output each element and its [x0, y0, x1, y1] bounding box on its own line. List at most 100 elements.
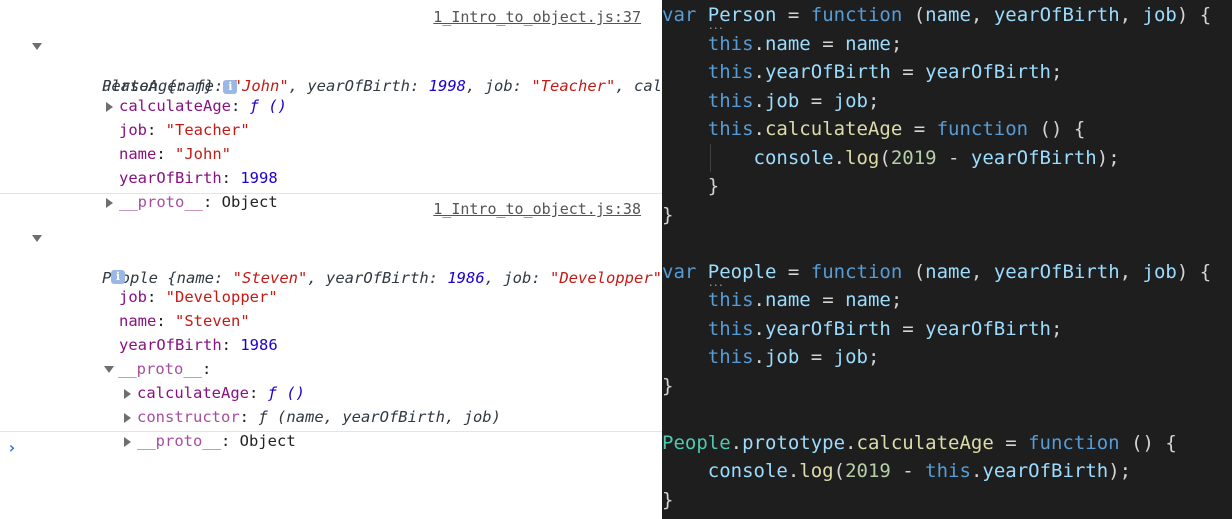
summary-job-value: "Teacher"	[531, 77, 616, 95]
expand-arrow-icon[interactable]	[32, 43, 42, 50]
code-line[interactable]: }	[662, 372, 673, 400]
prop-sep: :	[221, 432, 240, 450]
token: log	[845, 147, 880, 169]
proto-row[interactable]: __proto__:	[48, 333, 211, 378]
token: this	[707, 33, 754, 55]
summary-job-key: job	[484, 77, 513, 95]
token: name	[925, 4, 971, 26]
token: this	[707, 318, 754, 340]
code-line[interactable]: }	[662, 172, 719, 200]
prop-row[interactable]: calculateAge: ƒ ()	[68, 357, 305, 402]
code-line[interactable]: var Person = function (name, yearOfBirth…	[662, 1, 1211, 29]
token: function	[1028, 432, 1120, 454]
token: name	[764, 289, 811, 311]
token: 2019	[890, 147, 937, 169]
prop-row[interactable]: constructor: ƒ (name, yearOfBirth, job)	[68, 381, 501, 426]
token: Person	[708, 4, 777, 26]
token: yearOfBirth	[925, 318, 1051, 340]
token: this	[707, 61, 754, 83]
prop-sep: :	[221, 336, 241, 354]
prop-row[interactable]: __proto__: Object	[50, 166, 278, 211]
prop-row[interactable]: __proto__: Object	[68, 405, 296, 450]
token: People	[708, 261, 777, 283]
prop-row: job: "Teacher"	[63, 94, 250, 139]
token: yearOfBirth	[764, 318, 891, 340]
token: yearOfBirth	[993, 4, 1120, 26]
summary-yob-key: yearOfBirth	[326, 269, 429, 287]
summary-yob-value: 1986	[447, 269, 485, 287]
code-line[interactable]: this.yearOfBirth = yearOfBirth;	[662, 315, 1063, 343]
code-line[interactable]: }	[662, 486, 673, 514]
prop-value: ƒ ()	[249, 97, 287, 115]
token: name	[845, 33, 891, 55]
code-line[interactable]: var People = function (name, yearOfBirth…	[662, 258, 1211, 286]
token: var	[662, 261, 697, 283]
token: yearOfBirth	[982, 460, 1109, 482]
token: this	[707, 90, 754, 112]
token: name	[925, 261, 971, 283]
token: yearOfBirth	[970, 147, 1097, 169]
token: calculateAge	[764, 118, 903, 140]
prop-row: yearOfBirth: 1998	[63, 142, 278, 187]
code-line[interactable]: this.name = name;	[662, 30, 903, 58]
token: job	[1142, 4, 1177, 26]
code-line[interactable]: console.log(2019 - yearOfBirth);	[662, 144, 1120, 172]
prop-key: __proto__	[137, 432, 221, 450]
code-line[interactable]: }	[662, 201, 673, 229]
token: yearOfBirth	[764, 61, 891, 83]
token: this	[707, 346, 754, 368]
console-prompt-icon[interactable]: ›	[7, 438, 17, 457]
token: function	[810, 4, 903, 26]
token: People	[662, 432, 731, 454]
prop-row: name: "John"	[63, 118, 231, 163]
source-link[interactable]: 1_Intro_to_object.js:37	[433, 8, 641, 26]
token: calculateAge	[856, 432, 994, 454]
prop-row[interactable]: calculateAge: ƒ ()	[50, 70, 287, 115]
token: yearOfBirth	[993, 261, 1120, 283]
summary-yob-value: 1998	[428, 77, 466, 95]
summary-job-value: "Developper"	[550, 269, 662, 287]
token: console	[707, 460, 788, 482]
code-line[interactable]: this.job = job;	[662, 343, 880, 371]
expand-arrow-icon[interactable]	[124, 436, 131, 447]
prop-row: yearOfBirth: 1986	[63, 309, 278, 354]
token: job	[764, 90, 800, 112]
token: log	[799, 460, 834, 482]
code-line[interactable]: this.name = name;	[662, 286, 903, 314]
code-line[interactable]: console.log(2019 - this.yearOfBirth);	[662, 457, 1131, 485]
token: this	[925, 460, 971, 482]
token: function	[810, 261, 903, 283]
token: prototype	[742, 432, 846, 454]
token: job	[764, 346, 800, 368]
object-summary[interactable]: Person {name: "John", yearOfBirth: 1998,…	[32, 26, 671, 95]
prop-row: job: "Developper"	[63, 261, 278, 306]
code-line[interactable]: this.calculateAge = function () {	[662, 115, 1086, 143]
token: this	[707, 289, 754, 311]
token: var	[662, 4, 697, 26]
devtools-console: 1_Intro_to_object.js:37 Person {name: "J…	[0, 0, 671, 519]
token: name	[764, 33, 811, 55]
code-line[interactable]: this.yearOfBirth = yearOfBirth;	[662, 58, 1063, 86]
prop-row: name: "Steven"	[63, 285, 250, 330]
token: job	[833, 346, 868, 368]
object-summary[interactable]: People {name: "Steven", yearOfBirth: 198…	[32, 218, 671, 287]
token: job	[1142, 261, 1177, 283]
prop-value: Object	[239, 432, 296, 450]
token: function	[936, 118, 1029, 140]
summary-yob-key: yearOfBirth	[307, 77, 410, 95]
expand-arrow-icon[interactable]	[32, 235, 42, 242]
token: console	[753, 147, 834, 169]
prop-value: 1986	[240, 336, 278, 354]
console-message-people: 1_Intro_to_object.js:38 People {name: "S…	[0, 194, 671, 450]
console-message-person: 1_Intro_to_object.js:37 Person {name: "J…	[0, 0, 671, 211]
code-line[interactable]: this.job = job;	[662, 87, 880, 115]
source-link[interactable]: 1_Intro_to_object.js:38	[433, 200, 641, 218]
code-editor[interactable]: var Person = function (name, yearOfBirth…	[662, 0, 1232, 519]
token: job	[833, 90, 868, 112]
token: this	[707, 118, 754, 140]
code-line[interactable]: People.prototype.calculateAge = function…	[662, 429, 1177, 457]
token: name	[845, 289, 891, 311]
message-divider	[0, 431, 662, 432]
token: 2019	[845, 460, 891, 482]
token: yearOfBirth	[925, 61, 1051, 83]
